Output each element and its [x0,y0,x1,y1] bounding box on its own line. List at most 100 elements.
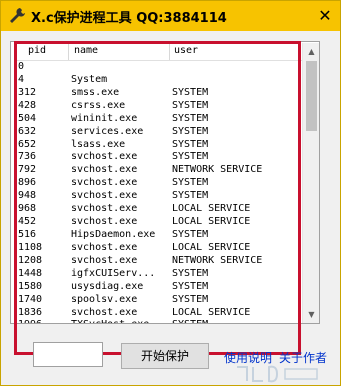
cell-user: NETWORK SERVICE [172,254,263,266]
table-row[interactable]: 4 System [14,74,302,87]
cell-pid: 896 [18,177,37,189]
start-protect-button[interactable]: 开始保护 [121,343,209,369]
process-list[interactable]: pid name user 0 4 System 312 smss.exe SYSTEM 4… [10,41,320,324]
table-row[interactable]: 1208 svchost.exe NETWORK SERVICE [14,255,302,268]
cell-user: SYSTEM [172,267,209,279]
cell-name: csrss.exe [71,99,126,111]
column-header-pid[interactable]: pid [28,45,46,59]
cell-pid: 452 [18,216,37,228]
cell-user: SYSTEM [172,99,209,111]
cell-name: TXSvcHost.exe [71,319,167,323]
cell-pid: 0 [18,61,25,72]
vertical-scrollbar[interactable]: ▲ ▼ [302,43,319,323]
cell-pid: 1996 [18,319,68,323]
cell-pid: 516 [18,228,37,240]
table-row[interactable]: 968 svchost.exe LOCAL SERVICE [14,203,302,216]
cell-pid: 504 [18,112,37,124]
cell-name: svchost.exe [71,151,138,163]
cell-pid: 968 [18,203,37,215]
table-row[interactable]: 504 wininit.exe SYSTEM [14,113,302,126]
window-title: X.c保护进程工具 QQ:3884114 [31,11,227,26]
cell-user: SYSTEM [172,280,209,292]
cell-user: NETWORK SERVICE [172,164,263,176]
cell-pid: 792 [18,164,37,176]
table-row[interactable]: 1580 usysdiag.exe SYSTEM [14,281,302,294]
cell-pid: 428 [18,99,37,111]
table-row[interactable]: 428 csrss.exe SYSTEM [14,100,302,113]
cell-pid: 1580 [18,280,43,292]
cell-user: SYSTEM [172,228,209,240]
scroll-thumb[interactable] [306,61,317,131]
cell-user: SYSTEM [172,190,209,202]
cell-pid: 4 [18,73,25,85]
cell-user: SYSTEM [172,293,209,305]
cell-pid: 736 [18,151,37,163]
cell-name: usysdiag.exe [71,280,144,292]
close-icon: ✕ [318,6,332,25]
cell-name: svchost.exe [71,306,138,318]
table-row[interactable]: 1836 svchost.exe LOCAL SERVICE [14,307,302,320]
cell-name: System [71,73,108,85]
cell-pid: 652 [18,138,37,150]
cell-user: SYSTEM [172,151,209,163]
cell-name: svchost.exe [71,254,138,266]
cell-name: svchost.exe [71,177,138,189]
cell-pid: 1448 [18,267,43,279]
cell-name: HipsDaemon.exe [71,228,156,240]
cell-name: igfxCUIServ... [71,267,156,279]
table-row[interactable]: 736 svchost.exe SYSTEM [14,151,302,164]
table-row[interactable]: 312 smss.exe SYSTEM [14,87,302,100]
cell-name: lsass.exe [71,138,126,150]
scroll-up-icon[interactable]: ▲ [303,43,319,60]
column-header-user[interactable]: user [174,45,198,59]
table-row[interactable]: 948 svchost.exe SYSTEM [14,190,302,203]
cell-pid: 312 [18,86,37,98]
table-row[interactable]: 1740 spoolsv.exe SYSTEM [14,294,302,307]
pid-input[interactable] [33,342,103,367]
table-row[interactable]: 1448 igfxCUIServ... SYSTEM [14,268,302,281]
column-divider[interactable] [68,44,69,60]
table-row[interactable]: 1996TXSvcHost.exe SYSTEM [14,319,302,323]
watermark-logo [237,365,318,383]
cell-name: svchost.exe [71,190,138,202]
wrench-icon [10,8,25,23]
cell-name: svchost.exe [71,203,138,215]
main-window: X.c保护进程工具 QQ:3884114 ✕ pid name user 04 S… [0,0,341,386]
cell-user: LOCAL SERVICE [172,306,251,318]
table-row[interactable]: 452 svchost.exe LOCAL SERVICE [14,216,302,229]
cell-name: svchost.exe [71,164,138,176]
cell-user: SYSTEM [172,319,302,323]
scroll-down-icon[interactable]: ▼ [303,306,319,323]
cell-user: SYSTEM [172,125,209,137]
table-row[interactable]: 0 [14,61,302,74]
cell-pid: 1740 [18,293,43,305]
cell-pid: 1108 [18,241,43,253]
cell-pid: 1208 [18,254,43,266]
table-row[interactable]: 792 svchost.exe NETWORK SERVICE [14,164,302,177]
table-row[interactable]: 632 services.exe SYSTEM [14,126,302,139]
cell-name: spoolsv.exe [71,293,138,305]
cell-name: services.exe [71,125,144,137]
table-row[interactable]: 1108 svchost.exe LOCAL SERVICE [14,242,302,255]
table-row[interactable]: 896 svchost.exe SYSTEM [14,177,302,190]
cell-name: smss.exe [71,86,120,98]
cell-user: SYSTEM [172,177,209,189]
cell-user: LOCAL SERVICE [172,241,251,253]
cell-user: SYSTEM [172,112,209,124]
process-rows: 0 4 System 312 smss.exe SYSTEM 428 csrss.exe SYS… [14,61,302,323]
cell-user: SYSTEM [172,86,209,98]
table-row[interactable]: 652 lsass.exe SYSTEM [14,139,302,152]
cell-name: svchost.exe [71,241,138,253]
cell-name: svchost.exe [71,216,138,228]
title-bar[interactable]: X.c保护进程工具 QQ:3884114 ✕ [1,1,340,31]
list-header: pid name user [14,44,302,61]
column-header-name[interactable]: name [74,45,98,59]
cell-name: wininit.exe [71,112,138,124]
column-divider[interactable] [169,44,170,60]
cell-pid: 1836 [18,306,43,318]
cell-user: LOCAL SERVICE [172,216,251,228]
cell-pid: 632 [18,125,37,137]
close-button[interactable]: ✕ [316,7,334,25]
cell-pid: 948 [18,190,37,202]
table-row[interactable]: 516 HipsDaemon.exe SYSTEM [14,229,302,242]
